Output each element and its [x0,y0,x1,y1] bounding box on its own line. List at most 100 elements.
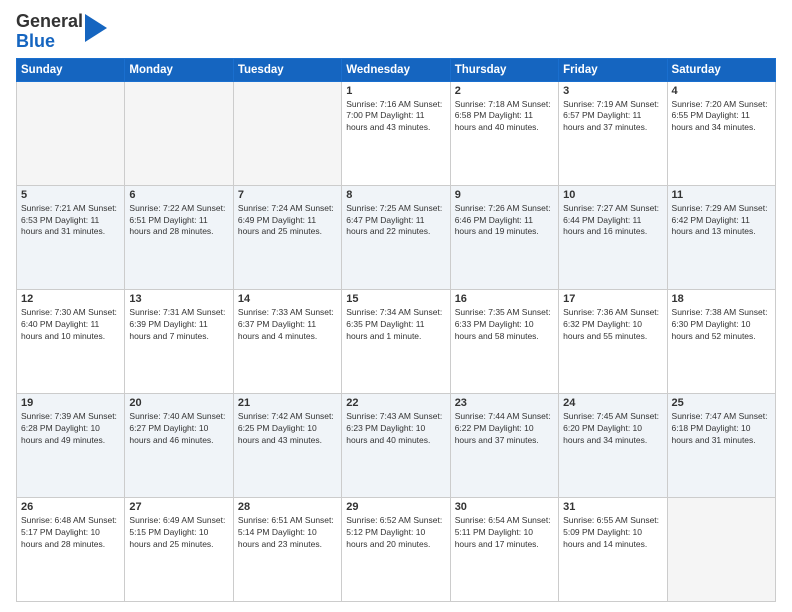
day-info: Sunrise: 7:16 AM Sunset: 7:00 PM Dayligh… [346,99,445,135]
day-info: Sunrise: 7:26 AM Sunset: 6:46 PM Dayligh… [455,203,554,239]
day-number: 30 [455,501,554,513]
day-number: 2 [455,85,554,97]
day-info: Sunrise: 7:45 AM Sunset: 6:20 PM Dayligh… [563,411,662,447]
calendar-cell: 30 Sunrise: 6:54 AM Sunset: 5:11 PM Dayli… [450,497,558,601]
calendar-cell: 8 Sunrise: 7:25 AM Sunset: 6:47 PM Daylig… [342,185,450,289]
day-number: 22 [346,397,445,409]
day-number: 29 [346,501,445,513]
day-number: 1 [346,85,445,97]
day-info: Sunrise: 7:21 AM Sunset: 6:53 PM Dayligh… [21,203,120,239]
day-number: 13 [129,293,228,305]
logo: General Blue [16,12,107,52]
calendar-cell: 9 Sunrise: 7:26 AM Sunset: 6:46 PM Daylig… [450,185,558,289]
day-info: Sunrise: 7:39 AM Sunset: 6:28 PM Dayligh… [21,411,120,447]
weekday-header-sunday: Sunday [17,58,125,81]
calendar-cell: 21Sunrise: 7:42 AM Sunset: 6:25 PM Dayli… [233,393,341,497]
calendar-cell: 1 Sunrise: 7:16 AM Sunset: 7:00 PM Daylig… [342,81,450,185]
weekday-header-wednesday: Wednesday [342,58,450,81]
calendar-cell: 17 Sunrise: 7:36 AM Sunset: 6:32 PM Dayli… [559,289,667,393]
day-info: Sunrise: 6:51 AM Sunset: 5:14 PM Dayligh… [238,515,337,551]
calendar-cell: 20Sunrise: 7:40 AM Sunset: 6:27 PM Dayli… [125,393,233,497]
header: General Blue [16,12,776,52]
day-info: Sunrise: 7:34 AM Sunset: 6:35 PM Dayligh… [346,307,445,343]
day-info: Sunrise: 6:54 AM Sunset: 5:11 PM Dayligh… [455,515,554,551]
day-number: 19 [21,397,120,409]
calendar-table: SundayMondayTuesdayWednesdayThursdayFrid… [16,58,776,602]
day-number: 9 [455,189,554,201]
week-row-1: 1 Sunrise: 7:16 AM Sunset: 7:00 PM Daylig… [17,81,776,185]
day-number: 5 [21,189,120,201]
day-info: Sunrise: 7:35 AM Sunset: 6:33 PM Dayligh… [455,307,554,343]
week-row-2: 5 Sunrise: 7:21 AM Sunset: 6:53 PM Daylig… [17,185,776,289]
day-number: 28 [238,501,337,513]
day-info: Sunrise: 7:30 AM Sunset: 6:40 PM Dayligh… [21,307,120,343]
day-number: 6 [129,189,228,201]
calendar-cell: 18 Sunrise: 7:38 AM Sunset: 6:30 PM Dayli… [667,289,775,393]
calendar-cell: 14Sunrise: 7:33 AM Sunset: 6:37 PM Dayli… [233,289,341,393]
calendar-cell: 22 Sunrise: 7:43 AM Sunset: 6:23 PM Dayli… [342,393,450,497]
day-number: 23 [455,397,554,409]
calendar-cell: 26Sunrise: 6:48 AM Sunset: 5:17 PM Dayli… [17,497,125,601]
calendar-cell: 12 Sunrise: 7:30 AM Sunset: 6:40 PM Dayli… [17,289,125,393]
day-info: Sunrise: 7:43 AM Sunset: 6:23 PM Dayligh… [346,411,445,447]
calendar-cell: 15 Sunrise: 7:34 AM Sunset: 6:35 PM Dayli… [342,289,450,393]
day-number: 31 [563,501,662,513]
logo-triangle-icon [85,14,107,42]
weekday-header-thursday: Thursday [450,58,558,81]
weekday-header-saturday: Saturday [667,58,775,81]
calendar-cell: 29 Sunrise: 6:52 AM Sunset: 5:12 PM Dayli… [342,497,450,601]
calendar-cell: 10 Sunrise: 7:27 AM Sunset: 6:44 PM Dayli… [559,185,667,289]
calendar-cell [667,497,775,601]
day-info: Sunrise: 7:27 AM Sunset: 6:44 PM Dayligh… [563,203,662,239]
logo-text: General Blue [16,12,83,52]
calendar-cell: 7Sunrise: 7:24 AM Sunset: 6:49 PM Daylig… [233,185,341,289]
day-number: 7 [238,189,337,201]
day-info: Sunrise: 7:20 AM Sunset: 6:55 PM Dayligh… [672,99,771,135]
day-number: 15 [346,293,445,305]
day-number: 4 [672,85,771,97]
calendar-cell [233,81,341,185]
day-number: 26 [21,501,120,513]
calendar-cell: 24 Sunrise: 7:45 AM Sunset: 6:20 PM Dayli… [559,393,667,497]
calendar-cell: 2Sunrise: 7:18 AM Sunset: 6:58 PM Daylig… [450,81,558,185]
calendar-cell [125,81,233,185]
day-info: Sunrise: 6:52 AM Sunset: 5:12 PM Dayligh… [346,515,445,551]
calendar-cell: 3Sunrise: 7:19 AM Sunset: 6:57 PM Daylig… [559,81,667,185]
week-row-3: 12 Sunrise: 7:30 AM Sunset: 6:40 PM Dayli… [17,289,776,393]
calendar-cell: 27Sunrise: 6:49 AM Sunset: 5:15 PM Dayli… [125,497,233,601]
day-info: Sunrise: 6:49 AM Sunset: 5:15 PM Dayligh… [129,515,228,551]
calendar-cell: 11Sunrise: 7:29 AM Sunset: 6:42 PM Dayli… [667,185,775,289]
day-number: 12 [21,293,120,305]
day-info: Sunrise: 7:38 AM Sunset: 6:30 PM Dayligh… [672,307,771,343]
calendar-cell: 4 Sunrise: 7:20 AM Sunset: 6:55 PM Daylig… [667,81,775,185]
calendar-cell: 13Sunrise: 7:31 AM Sunset: 6:39 PM Dayli… [125,289,233,393]
day-info: Sunrise: 7:29 AM Sunset: 6:42 PM Dayligh… [672,203,771,239]
day-number: 17 [563,293,662,305]
calendar-cell: 28 Sunrise: 6:51 AM Sunset: 5:14 PM Dayli… [233,497,341,601]
calendar-cell: 16 Sunrise: 7:35 AM Sunset: 6:33 PM Dayli… [450,289,558,393]
calendar-cell: 5 Sunrise: 7:21 AM Sunset: 6:53 PM Daylig… [17,185,125,289]
day-number: 3 [563,85,662,97]
day-info: Sunrise: 7:25 AM Sunset: 6:47 PM Dayligh… [346,203,445,239]
day-number: 10 [563,189,662,201]
day-number: 25 [672,397,771,409]
weekday-header-friday: Friday [559,58,667,81]
page: General Blue SundayMondayTuesdayWednesda… [0,0,792,612]
weekday-header-tuesday: Tuesday [233,58,341,81]
calendar-cell: 31 Sunrise: 6:55 AM Sunset: 5:09 PM Dayli… [559,497,667,601]
day-number: 16 [455,293,554,305]
weekday-header-monday: Monday [125,58,233,81]
day-number: 20 [129,397,228,409]
calendar-cell: 19 Sunrise: 7:39 AM Sunset: 6:28 PM Dayli… [17,393,125,497]
day-info: Sunrise: 7:44 AM Sunset: 6:22 PM Dayligh… [455,411,554,447]
day-info: Sunrise: 7:36 AM Sunset: 6:32 PM Dayligh… [563,307,662,343]
calendar-cell: 6 Sunrise: 7:22 AM Sunset: 6:51 PM Daylig… [125,185,233,289]
day-info: Sunrise: 7:47 AM Sunset: 6:18 PM Dayligh… [672,411,771,447]
day-number: 24 [563,397,662,409]
logo-general: General [16,11,83,31]
day-number: 18 [672,293,771,305]
week-row-5: 26Sunrise: 6:48 AM Sunset: 5:17 PM Dayli… [17,497,776,601]
day-info: Sunrise: 7:22 AM Sunset: 6:51 PM Dayligh… [129,203,228,239]
day-info: Sunrise: 6:55 AM Sunset: 5:09 PM Dayligh… [563,515,662,551]
day-number: 8 [346,189,445,201]
